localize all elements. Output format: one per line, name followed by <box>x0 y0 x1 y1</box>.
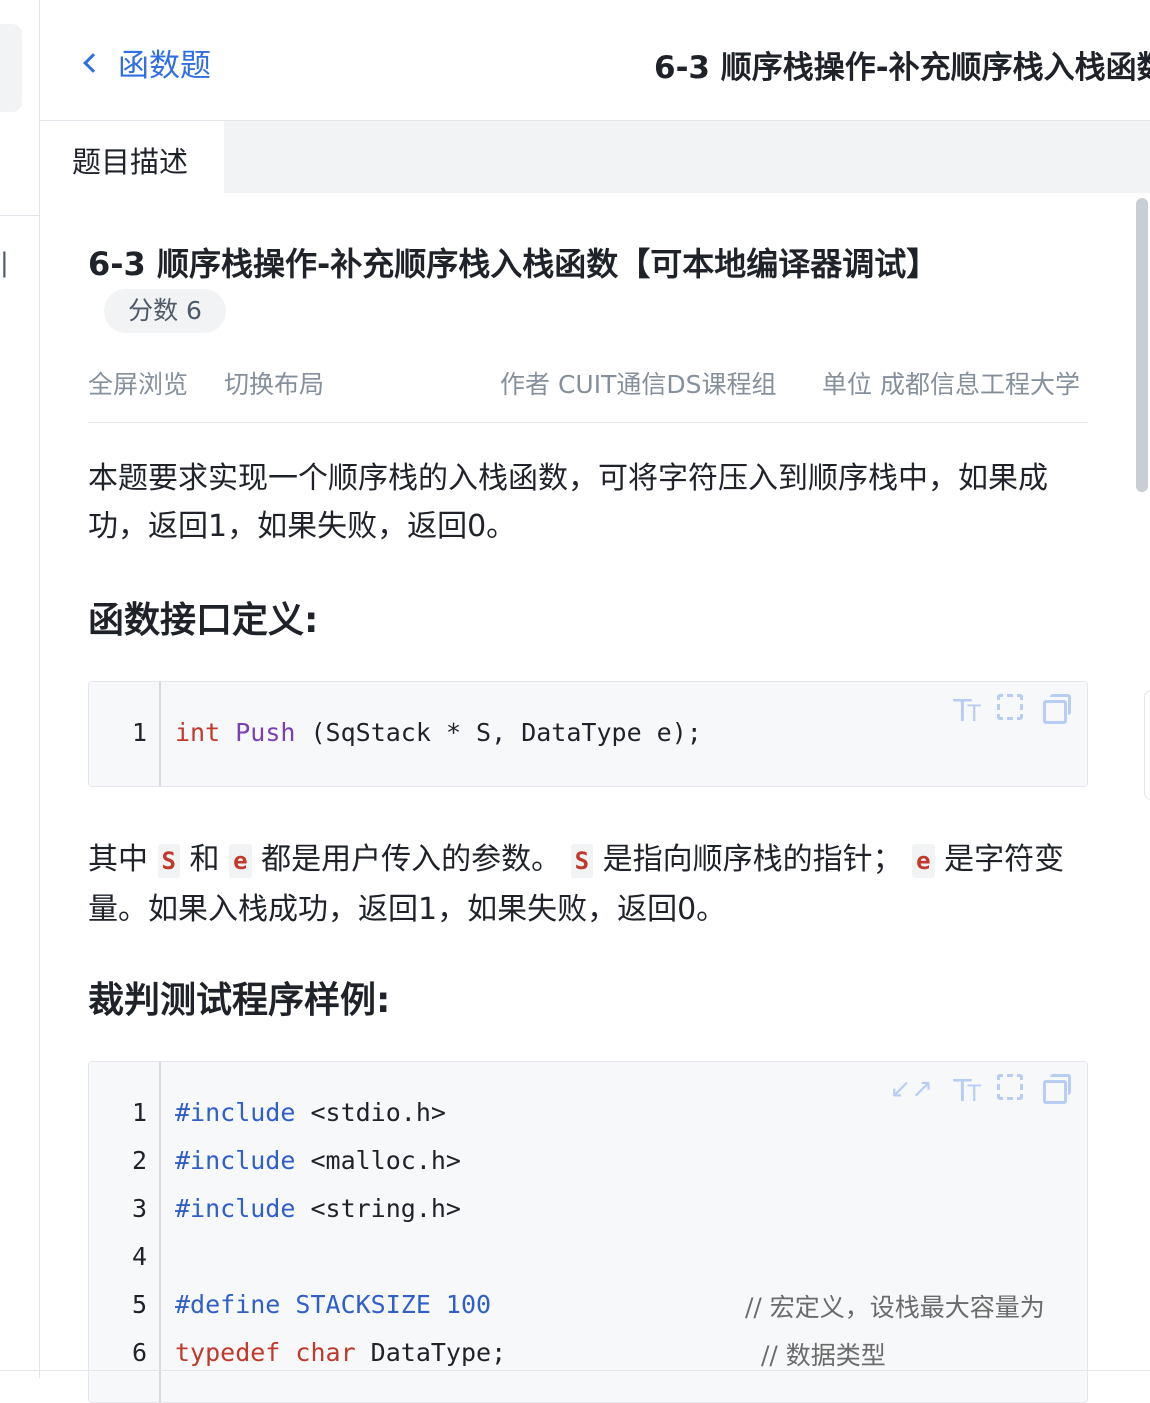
problem-title: 6-3 顺序栈操作-补充顺序栈入栈函数【可本地编译器调试】 <box>88 245 939 283</box>
switch-layout-button[interactable]: 切换布局 <box>224 365 324 401</box>
bottom-divider <box>0 1370 1150 1371</box>
tab-description-label: 题目描述 <box>72 145 189 179</box>
line-number: 5 <box>131 1290 147 1319</box>
page-header: 函数题 6-3 顺序栈操作-补充顺序栈入栈函数【可本地编译器调试】 <box>40 0 1150 121</box>
fullscreen-button[interactable]: 全屏浏览 <box>88 365 188 401</box>
code-comment: // 数据类型 <box>761 1341 886 1370</box>
code-line: 4 <box>89 1232 1087 1280</box>
back-link[interactable]: 函数题 <box>80 40 211 85</box>
code-line: 3 #include <string.h> <box>89 1184 1087 1232</box>
line-number: 2 <box>131 1146 147 1175</box>
inline-code-e: e <box>912 843 935 878</box>
sidebar-card[interactable] <box>0 24 22 112</box>
inline-code-s: S <box>570 843 594 878</box>
code-text: #include <malloc.h> <box>175 1146 461 1175</box>
code-line: 2 #include <malloc.h> <box>89 1136 1087 1184</box>
line-number: 1 <box>131 718 147 747</box>
code-line: 5 #define STACKSIZE 100 // 宏定义，设栈最大容量为 <box>89 1280 1087 1328</box>
line-number: 4 <box>131 1242 147 1271</box>
inline-code-e: e <box>229 843 252 878</box>
problem-description: 本题要求实现一个顺序栈的入栈函数，可将字符压入到顺序栈中，如果成功，返回1，如果… <box>88 461 1048 544</box>
code-line: 6 typedef char DataType; // 数据类型 <box>89 1328 1087 1376</box>
section-heading-sample: 裁判测试程序样例: <box>88 980 391 1021</box>
line-number: 3 <box>131 1194 147 1223</box>
sidebar-divider <box>0 215 39 216</box>
tab-description[interactable]: 题目描述 <box>40 121 224 193</box>
side-panel-handle[interactable] <box>1144 690 1150 800</box>
code-text: typedef char DataType; <box>175 1338 507 1367</box>
problem-meta: 全屏浏览 切换布局 作者 CUIT通信DS课程组 单位 成都信息工程大学 <box>88 365 1088 401</box>
scrollbar-thumb[interactable] <box>1136 198 1148 492</box>
meta-divider <box>88 422 1088 423</box>
code-line: 1 #include <stdio.h> <box>89 1088 1087 1136</box>
line-number: 1 <box>131 1098 147 1127</box>
code-comment: // 宏定义，设栈最大容量为 <box>745 1293 1045 1322</box>
sidebar-collapsed: | <box>0 0 40 1378</box>
back-label: 函数题 <box>118 48 211 84</box>
code-text: #include <stdio.h> <box>175 1098 446 1127</box>
header-problem-title: 6-3 顺序栈操作-补充顺序栈入栈函数【可本地编译器调试】 <box>654 50 1150 86</box>
chevron-left-icon <box>83 52 103 73</box>
sample-code-block: ↙↗ TT 1 #include <stdio.h> 2 #include <m… <box>88 1061 1088 1403</box>
code-text: int Push (SqStack * S, DataType e); <box>175 718 702 747</box>
inline-code-s: S <box>157 843 180 878</box>
interface-code-block: TT 1 int Push (SqStack * S, DataType e); <box>88 681 1088 787</box>
code-text: #define STACKSIZE 100 <box>175 1290 492 1319</box>
sidebar-edge-icon: | <box>0 248 9 278</box>
line-number: 6 <box>131 1338 147 1367</box>
code-text: #include <string.h> <box>175 1194 461 1223</box>
parameter-description: 其中 S 和 e 都是用户传入的参数。 S 是指向顺序栈的指针； e 是字符变量… <box>88 842 1065 927</box>
score-badge: 分数 6 <box>104 289 226 333</box>
unit-label: 单位 成都信息工程大学 <box>822 370 1080 399</box>
tab-bar: 题目描述 <box>40 121 1150 193</box>
author-label: 作者 CUIT通信DS课程组 <box>500 370 777 399</box>
code-line: 1 int Push (SqStack * S, DataType e); <box>89 708 1087 756</box>
section-heading-interface: 函数接口定义: <box>88 600 319 641</box>
